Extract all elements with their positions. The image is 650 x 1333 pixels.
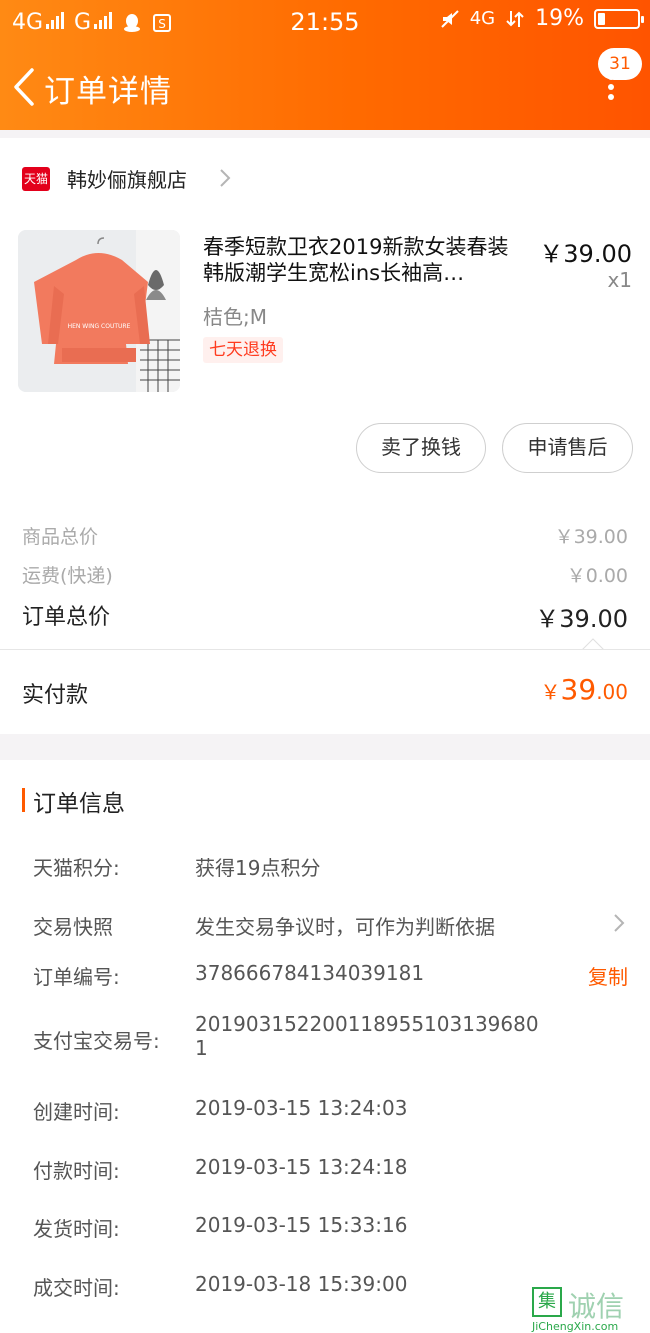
actual-paid-value: ￥39.00 — [541, 673, 628, 706]
info-label: 订单编号: — [33, 965, 120, 989]
paid-decimal: .00 — [596, 680, 628, 704]
info-label: 付款时间: — [33, 1159, 120, 1183]
order-total-label: 订单总价 — [22, 605, 111, 630]
product-quantity: x1 — [607, 268, 632, 292]
store-name: 韩妙俪旗舰店 — [67, 168, 187, 192]
actual-paid-row: 实付款 ￥39.00 — [22, 673, 628, 709]
info-value: 2019-03-15 13:24:18 — [195, 1155, 408, 1179]
shipping-value: ￥0.00 — [566, 565, 628, 587]
info-value: 获得19点积分 — [195, 856, 321, 880]
goods-total-row: 商品总价 ￥39.00 — [22, 522, 628, 549]
info-label: 支付宝交易号: — [33, 1029, 160, 1053]
watermark-text: 诚信 — [568, 1290, 625, 1323]
order-total-row: 订单总价 ￥39.00 — [22, 599, 628, 633]
data-transfer-icon — [506, 10, 524, 27]
notification-badge: 31 — [598, 48, 642, 80]
order-info-title: 订单信息 — [33, 791, 125, 817]
shipping-row: 运费(快递) ￥0.00 — [22, 561, 628, 588]
battery-percent: 19% — [535, 6, 584, 31]
product-image[interactable]: HEN WING COUTURE — [18, 230, 180, 392]
info-label: 创建时间: — [33, 1100, 120, 1124]
chevron-right-icon — [220, 169, 231, 187]
actual-paid-label: 实付款 — [22, 683, 89, 708]
info-label: 交易快照 — [33, 915, 113, 939]
product-sku: 桔色;M — [203, 305, 267, 329]
status-bar: 4G G S 21:55 4G 19% — [0, 0, 650, 48]
watermark-url: JiChengXin.com — [532, 1320, 619, 1333]
status-bar-right: 4G 19% — [440, 6, 644, 31]
info-value: 发生交易争议时，可作为判断依据 — [195, 915, 495, 939]
network-type: 4G — [469, 8, 496, 29]
battery-icon — [594, 8, 644, 29]
nav-bar: 订单详情 31 — [0, 48, 650, 130]
sell-for-cash-button[interactable]: 卖了换钱 — [356, 423, 486, 473]
site-watermark: 集 诚信 JiChengXin.com — [532, 1287, 642, 1333]
info-value: 2019-03-15 13:24:03 — [195, 1096, 408, 1120]
copy-order-number-button[interactable]: 复制 — [588, 961, 628, 990]
more-dot-icon — [608, 84, 614, 90]
order-info-section: 订单信息 天猫积分: 获得19点积分 交易快照 发生交易争议时，可作为判断依据 … — [0, 760, 650, 1333]
store-link[interactable]: 天猫 韩妙俪旗舰店 — [0, 158, 650, 202]
mute-icon — [440, 9, 459, 28]
paid-currency: ￥ — [540, 680, 561, 704]
info-value: 2019-03-15 15:33:16 — [195, 1213, 408, 1237]
product-price: ￥39.00 — [539, 240, 632, 268]
page-title: 订单详情 — [44, 74, 172, 110]
info-label: 成交时间: — [33, 1276, 120, 1300]
divider — [0, 649, 650, 650]
product-print-text: HEN WING COUTURE — [68, 323, 131, 330]
battery-level — [598, 12, 605, 25]
info-label: 天猫积分: — [33, 856, 120, 880]
info-value: 2019-03-18 15:39:00 — [195, 1272, 408, 1296]
app-header: 4G G S 21:55 4G 19% 订单详情 31 — [0, 0, 650, 130]
order-number-value: 378666784134039181 — [195, 961, 425, 985]
goods-total-label: 商品总价 — [22, 526, 99, 548]
order-total-value: ￥39.00 — [535, 605, 628, 633]
sweatshirt-image: HEN WING COUTURE — [18, 230, 180, 392]
alipay-trade-value: 2019031522001189551031396801 — [195, 1012, 539, 1060]
info-label: 发货时间: — [33, 1217, 120, 1241]
back-arrow-icon[interactable] — [8, 66, 42, 108]
apply-aftersale-button[interactable]: 申请售后 — [502, 423, 633, 473]
section-accent-bar — [22, 788, 25, 812]
tmall-logo: 天猫 — [22, 167, 50, 191]
paid-integer: 39 — [560, 673, 597, 706]
order-card: 天猫 韩妙俪旗舰店 HEN WING COUTURE 春季短款卫衣2019新款女… — [0, 138, 650, 734]
product-title[interactable]: 春季短款卫衣2019新款女装春装韩版潮学生宽松ins长袖高… — [203, 234, 523, 286]
more-dot-icon — [608, 94, 614, 100]
watermark-logo: 集 — [532, 1287, 562, 1317]
goods-total-value: ￥39.00 — [554, 526, 628, 548]
chevron-right-icon — [614, 914, 625, 932]
return-policy-tag: 七天退换 — [203, 337, 283, 363]
shipping-label: 运费(快递) — [22, 565, 113, 587]
